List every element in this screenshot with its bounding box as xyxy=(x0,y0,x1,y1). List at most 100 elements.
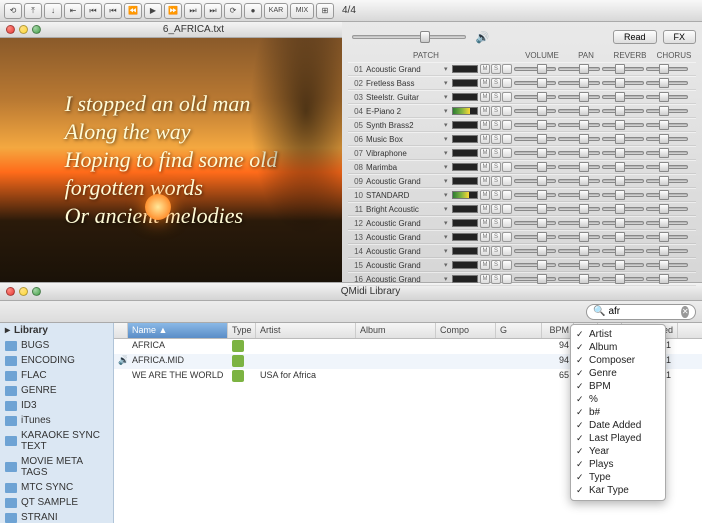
toolbar-button[interactable]: ● xyxy=(244,3,262,19)
solo-button[interactable]: S xyxy=(491,106,501,116)
reverb-slider[interactable] xyxy=(602,67,644,71)
fx-button[interactable]: FX xyxy=(663,30,697,44)
solo-button[interactable]: S xyxy=(491,120,501,130)
context-menu-item[interactable]: Year xyxy=(571,445,665,458)
mute-button[interactable]: M xyxy=(480,162,490,172)
track-patch-name[interactable]: Bright Acoustic xyxy=(366,205,444,214)
toolbar-button[interactable]: ⇤ xyxy=(64,3,82,19)
chorus-slider[interactable] xyxy=(646,249,688,253)
solo-button[interactable]: S xyxy=(491,190,501,200)
chorus-slider[interactable] xyxy=(646,165,688,169)
chorus-slider[interactable] xyxy=(646,193,688,197)
chorus-slider[interactable] xyxy=(646,151,688,155)
col-playing[interactable] xyxy=(114,323,128,338)
solo-button[interactable]: S xyxy=(491,92,501,102)
track-patch-name[interactable]: Steelstr. Guitar xyxy=(366,93,444,102)
track-patch-name[interactable]: Acoustic Grand xyxy=(366,177,444,186)
chorus-slider[interactable] xyxy=(646,137,688,141)
reverb-slider[interactable] xyxy=(602,207,644,211)
volume-slider[interactable] xyxy=(514,67,556,71)
mute-button[interactable]: M xyxy=(480,120,490,130)
toolbar-button[interactable]: ⏮ xyxy=(84,3,102,19)
patch-menu-icon[interactable]: ▾ xyxy=(444,149,452,157)
sidebar-item[interactable]: ▸ Library xyxy=(0,323,113,338)
reverb-slider[interactable] xyxy=(602,81,644,85)
volume-slider[interactable] xyxy=(514,137,556,141)
mute-button[interactable]: M xyxy=(480,218,490,228)
track-patch-name[interactable]: STANDARD xyxy=(366,191,444,200)
solo-button[interactable]: S xyxy=(491,176,501,186)
track-extra-button[interactable] xyxy=(502,190,512,200)
pan-slider[interactable] xyxy=(558,277,600,281)
solo-button[interactable]: S xyxy=(491,204,501,214)
mute-button[interactable]: M xyxy=(480,106,490,116)
search-field[interactable]: 🔍 ✕ xyxy=(586,304,696,320)
patch-menu-icon[interactable]: ▾ xyxy=(444,135,452,143)
mute-button[interactable]: M xyxy=(480,134,490,144)
sidebar-item[interactable]: STRANI xyxy=(0,510,113,523)
toolbar-button[interactable]: ⟲ xyxy=(4,3,22,19)
chorus-slider[interactable] xyxy=(646,179,688,183)
pan-slider[interactable] xyxy=(558,137,600,141)
patch-menu-icon[interactable]: ▾ xyxy=(444,275,452,283)
patch-menu-icon[interactable]: ▾ xyxy=(444,65,452,73)
volume-slider[interactable] xyxy=(514,109,556,113)
context-menu-item[interactable]: Last Played xyxy=(571,432,665,445)
pan-slider[interactable] xyxy=(558,67,600,71)
reverb-slider[interactable] xyxy=(602,235,644,239)
solo-button[interactable]: S xyxy=(491,78,501,88)
patch-menu-icon[interactable]: ▾ xyxy=(444,205,452,213)
track-extra-button[interactable] xyxy=(502,162,512,172)
context-menu-item[interactable]: Composer xyxy=(571,354,665,367)
patch-menu-icon[interactable]: ▾ xyxy=(444,233,452,241)
solo-button[interactable]: S xyxy=(491,64,501,74)
reverb-slider[interactable] xyxy=(602,263,644,267)
track-extra-button[interactable] xyxy=(502,64,512,74)
sidebar-item[interactable]: MOVIE META TAGS xyxy=(0,454,113,480)
close-icon[interactable] xyxy=(6,25,15,34)
patch-menu-icon[interactable]: ▾ xyxy=(444,191,452,199)
pan-slider[interactable] xyxy=(558,165,600,169)
context-menu-item[interactable]: Album xyxy=(571,341,665,354)
volume-slider[interactable] xyxy=(514,207,556,211)
sidebar-item[interactable]: BUGS xyxy=(0,338,113,353)
context-menu-item[interactable]: BPM xyxy=(571,380,665,393)
volume-slider[interactable] xyxy=(514,193,556,197)
reverb-slider[interactable] xyxy=(602,95,644,99)
solo-button[interactable]: S xyxy=(491,274,501,284)
chorus-slider[interactable] xyxy=(646,109,688,113)
col-composer[interactable]: Compo xyxy=(436,323,496,338)
volume-slider[interactable] xyxy=(514,81,556,85)
track-patch-name[interactable]: Fretless Bass xyxy=(366,79,444,88)
sidebar-item[interactable]: MTC SYNC xyxy=(0,480,113,495)
toolbar-button[interactable]: ⏮ xyxy=(104,3,122,19)
toolbar-button[interactable]: ⏭ xyxy=(184,3,202,19)
volume-slider[interactable] xyxy=(514,277,556,281)
pan-slider[interactable] xyxy=(558,193,600,197)
track-extra-button[interactable] xyxy=(502,134,512,144)
volume-slider[interactable] xyxy=(514,221,556,225)
read-button[interactable]: Read xyxy=(613,30,657,44)
pan-slider[interactable] xyxy=(558,179,600,183)
track-extra-button[interactable] xyxy=(502,78,512,88)
pan-slider[interactable] xyxy=(558,249,600,253)
patch-menu-icon[interactable]: ▾ xyxy=(444,79,452,87)
pan-slider[interactable] xyxy=(558,207,600,211)
context-menu-item[interactable]: Date Added xyxy=(571,419,665,432)
volume-slider[interactable] xyxy=(514,151,556,155)
volume-slider[interactable] xyxy=(514,95,556,99)
chorus-slider[interactable] xyxy=(646,123,688,127)
mute-button[interactable]: M xyxy=(480,64,490,74)
solo-button[interactable]: S xyxy=(491,246,501,256)
mute-button[interactable]: M xyxy=(480,176,490,186)
volume-slider[interactable] xyxy=(514,123,556,127)
volume-slider[interactable] xyxy=(514,249,556,253)
patch-menu-icon[interactable]: ▾ xyxy=(444,219,452,227)
solo-button[interactable]: S xyxy=(491,260,501,270)
toolbar-button[interactable]: ↓ xyxy=(44,3,62,19)
pan-slider[interactable] xyxy=(558,221,600,225)
chorus-slider[interactable] xyxy=(646,95,688,99)
zoom-icon[interactable] xyxy=(32,25,41,34)
track-extra-button[interactable] xyxy=(502,260,512,270)
col-type[interactable]: Type xyxy=(228,323,256,338)
